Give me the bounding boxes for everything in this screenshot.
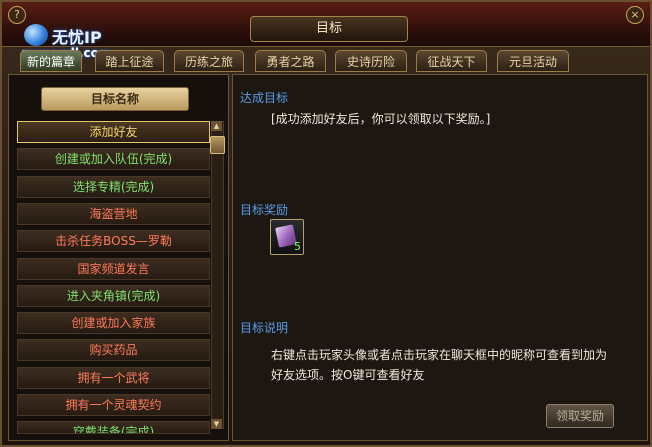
goal-list-item[interactable]: 进入夹角镇(完成) — [17, 285, 210, 307]
goal-list-item[interactable]: 添加好友 — [17, 121, 210, 143]
reward-item[interactable]: 5 — [270, 219, 304, 255]
claim-reward-button[interactable]: 领取奖励 — [546, 404, 614, 428]
description-label: 目标说明 — [240, 321, 289, 335]
scroll-thumb[interactable] — [210, 136, 225, 154]
tab-epic[interactable]: 史诗历险 — [335, 50, 407, 72]
logo-globe-icon — [24, 24, 48, 46]
goal-list-scrollbar[interactable]: ▲ ▼ — [210, 121, 225, 429]
help-icon[interactable]: ? — [8, 6, 26, 24]
logo-name: 无忧IP — [52, 28, 102, 47]
scroll-up-icon[interactable]: ▲ — [211, 121, 222, 131]
goal-label: 达成目标 — [240, 91, 289, 105]
goal-list-item[interactable]: 国家频道发言 — [17, 258, 210, 280]
close-icon[interactable]: × — [626, 6, 644, 24]
reward-count: 5 — [294, 240, 301, 253]
goal-list-item[interactable]: 海盗营地 — [17, 203, 210, 225]
goal-text: [成功添加好友后，你可以领取以下奖励。] — [271, 112, 491, 126]
window-title: 目标 — [250, 16, 408, 42]
goal-list-item[interactable]: 拥有一个武将 — [17, 367, 210, 389]
tab-new-chapter[interactable]: 新的篇章 — [20, 50, 82, 72]
description-line-1: 右键点击玩家头像或者点击玩家在聊天框中的昵称可查看到加为 — [271, 348, 608, 362]
goals-window: ? 目标 × 无忧IP wuyoudl.com 新的篇章 踏上征途 历练之旅 勇… — [0, 0, 652, 447]
scroll-down-icon[interactable]: ▼ — [211, 419, 222, 429]
tab-new-year-event[interactable]: 元旦活动 — [497, 50, 569, 72]
description-line-2: 好友选项。按O键可查看好友 — [271, 368, 425, 382]
goal-list-item[interactable]: 创建或加入家族 — [17, 312, 210, 334]
goal-list-panel: 目标名称 添加好友创建或加入队伍(完成) 选择专精(完成) 海盗营地击杀任务BOSS… — [8, 74, 229, 441]
goal-list-item[interactable]: 购买药品 — [17, 339, 210, 361]
goal-list-header: 目标名称 — [41, 87, 189, 111]
tab-conquest[interactable]: 征战天下 — [416, 50, 487, 72]
goal-list-item[interactable]: 拥有一个灵魂契约 — [17, 394, 210, 416]
goal-list-item[interactable]: 击杀任务BOSS—罗勒 — [17, 230, 210, 252]
tab-hero-path[interactable]: 勇者之路 — [255, 50, 326, 72]
tab-training[interactable]: 历练之旅 — [174, 50, 244, 72]
goal-list-item[interactable]: 创建或加入队伍(完成) — [17, 148, 210, 170]
tab-journey[interactable]: 踏上征途 — [95, 50, 164, 72]
goal-list-item[interactable]: 穿戴装备(完成) — [17, 421, 210, 434]
reward-label: 目标奖励 — [240, 203, 289, 217]
goal-list-item[interactable]: 选择专精(完成) — [17, 176, 210, 198]
goal-detail-panel: 达成目标 [成功添加好友后，你可以领取以下奖励。] 目标奖励 5 目标说明 右键… — [232, 74, 648, 441]
